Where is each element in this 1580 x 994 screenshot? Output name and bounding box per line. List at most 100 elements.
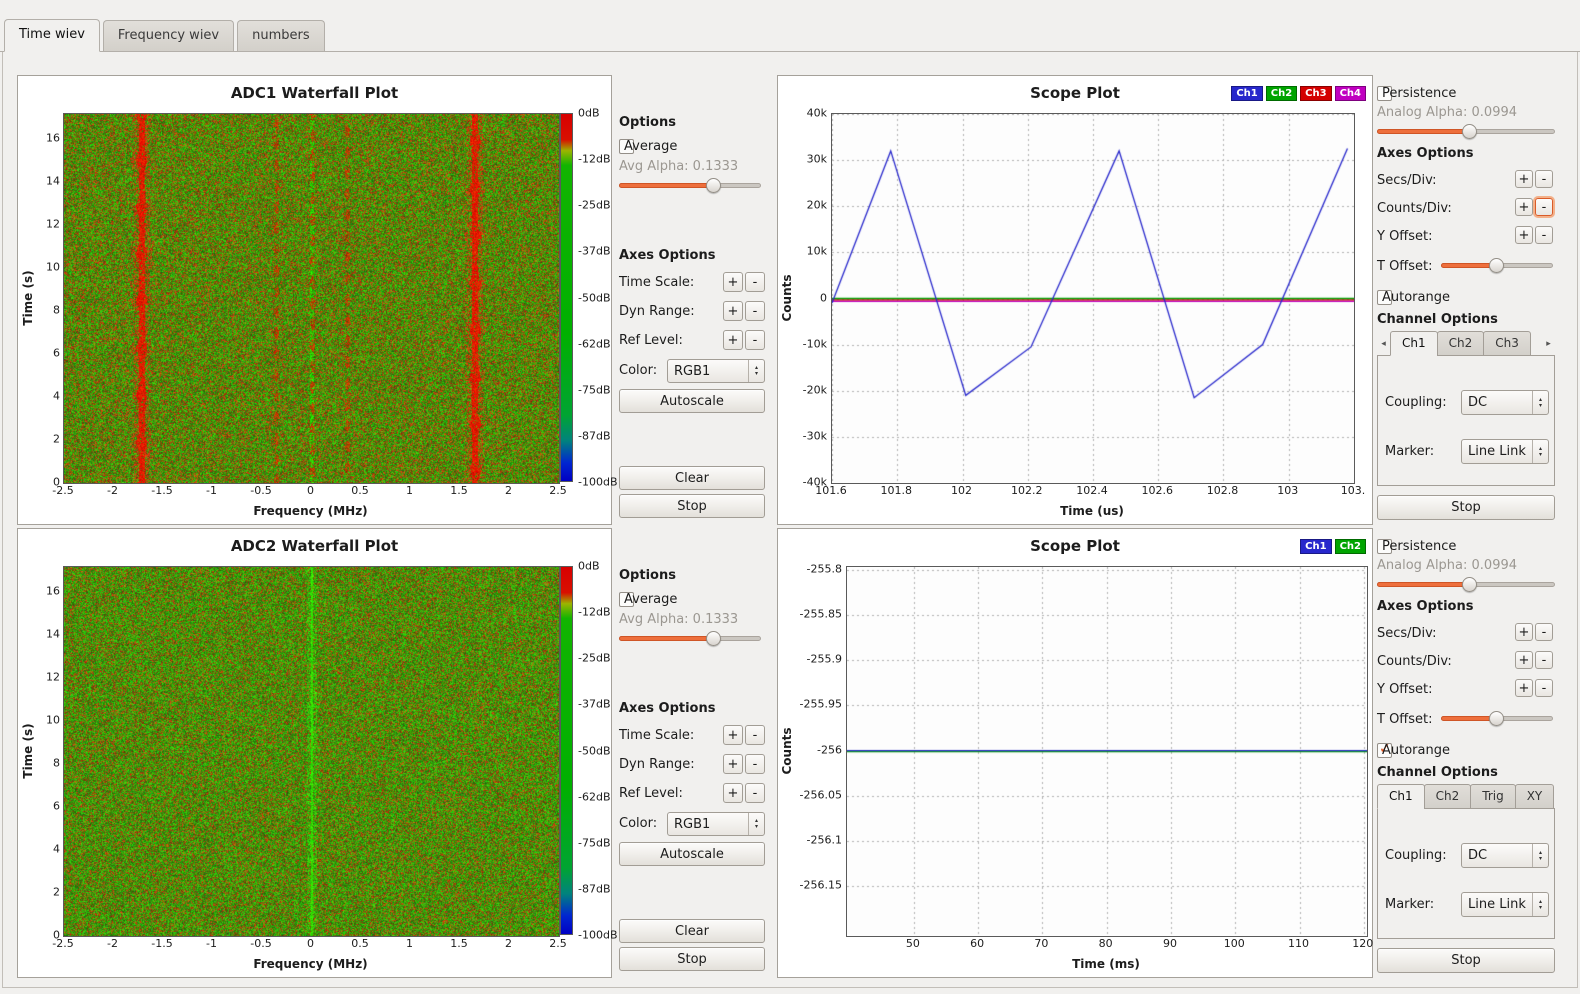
channel-tab-ch2[interactable]: Ch2 [1424, 784, 1472, 809]
avg-alpha-slider[interactable] [619, 631, 761, 646]
dyn-range-plus-button[interactable]: + [723, 754, 743, 774]
secs-div-minus-button[interactable]: - [1535, 623, 1553, 641]
time-scale-minus-button[interactable]: - [745, 272, 765, 292]
channel-tab-trig[interactable]: Trig [1470, 784, 1515, 809]
spinner-arrows-icon[interactable] [1532, 440, 1548, 463]
time-scale-label: Time Scale: [619, 275, 694, 290]
channel-tabs-left-arrow-icon[interactable] [1377, 332, 1390, 356]
analog-alpha-slider[interactable] [1377, 124, 1555, 139]
clear-button[interactable]: Clear [619, 466, 765, 490]
x-tick-label: -2 [107, 937, 118, 950]
slider-knob[interactable] [706, 631, 721, 646]
stop-button[interactable]: Stop [1377, 495, 1555, 520]
coupling-combo[interactable]: DC [1461, 843, 1549, 868]
secs-div-minus-button[interactable]: - [1535, 170, 1553, 188]
y-tick-label: 2 [53, 432, 60, 445]
average-label: Average [624, 592, 677, 607]
slider-knob[interactable] [706, 178, 721, 193]
legend-chip-ch2: Ch2 [1335, 539, 1366, 554]
scope1-x-axis-title: Time (us) [831, 504, 1353, 518]
spinner-arrows-icon[interactable] [1532, 844, 1548, 867]
autoscale-button[interactable]: Autoscale [619, 842, 765, 866]
secs-div-plus-button[interactable]: + [1515, 170, 1533, 188]
spinner-arrows-icon[interactable] [1532, 893, 1548, 916]
channel-tab-ch3[interactable]: Ch3 [1483, 331, 1531, 356]
color-combo[interactable]: RGB1 [667, 359, 765, 383]
channel-tab-ch1[interactable]: Ch1 [1390, 331, 1438, 356]
y-tick-label: 6 [53, 799, 60, 812]
color-combo-value: RGB1 [668, 817, 748, 832]
autoscale-button[interactable]: Autoscale [619, 389, 765, 413]
time-scale-minus-button[interactable]: - [745, 725, 765, 745]
spinner-arrows-icon[interactable] [748, 813, 764, 835]
y-offset-plus-button[interactable]: + [1515, 679, 1533, 697]
slider-knob[interactable] [1462, 577, 1477, 592]
counts-div-plus-button[interactable]: + [1515, 651, 1533, 669]
scope2-plot-canvas[interactable] [846, 566, 1368, 937]
spinner-arrows-icon[interactable] [1532, 391, 1548, 414]
x-tick-label: -2.5 [52, 484, 73, 497]
tab-numbers[interactable]: numbers [237, 20, 325, 51]
t-offset-slider[interactable] [1441, 258, 1553, 273]
channel-tab-ch1[interactable]: Ch1 [1377, 784, 1425, 809]
counts-div-plus-button[interactable]: + [1515, 198, 1533, 216]
color-combo-value: RGB1 [668, 364, 748, 379]
analog-alpha-slider[interactable] [1377, 577, 1555, 592]
tab-time-view[interactable]: Time wiev [4, 19, 100, 52]
ref-level-minus-button[interactable]: - [745, 783, 765, 803]
scope1-y-ticks: -40k-30k-20k-10k010k20k30k40k [786, 113, 827, 482]
adc2-waterfall-plot-canvas[interactable] [63, 566, 560, 937]
t-offset-label: T Offset: [1377, 259, 1433, 274]
counts-div-minus-button[interactable]: - [1535, 651, 1553, 669]
autorange-label: Autorange [1382, 290, 1450, 305]
stop-button[interactable]: Stop [619, 947, 765, 971]
slider-knob[interactable] [1489, 258, 1504, 273]
dyn-range-minus-button[interactable]: - [745, 754, 765, 774]
ref-level-minus-button[interactable]: - [745, 330, 765, 350]
stop-button[interactable]: Stop [619, 494, 765, 518]
y-offset-minus-button[interactable]: - [1535, 226, 1553, 244]
tab-frequency-view[interactable]: Frequency wiev [103, 20, 234, 51]
clear-button[interactable]: Clear [619, 919, 765, 943]
persistence-label: Persistence [1382, 539, 1456, 554]
counts-div-minus-button[interactable]: - [1535, 198, 1553, 216]
coupling-label: Coupling: [1385, 395, 1447, 410]
axes-options-header: Axes Options [1377, 599, 1473, 614]
channel-tab-ch2[interactable]: Ch2 [1437, 331, 1485, 356]
slider-knob[interactable] [1462, 124, 1477, 139]
x-tick-label: 0.5 [351, 937, 369, 950]
y-tick-label: -255.95 [800, 698, 842, 711]
t-offset-slider[interactable] [1441, 711, 1553, 726]
dyn-range-plus-button[interactable]: + [723, 301, 743, 321]
spinner-arrows-icon[interactable] [748, 360, 764, 382]
color-combo[interactable]: RGB1 [667, 812, 765, 836]
y-offset-plus-button[interactable]: + [1515, 226, 1533, 244]
ref-level-plus-button[interactable]: + [723, 783, 743, 803]
stop-button[interactable]: Stop [1377, 948, 1555, 973]
coupling-combo[interactable]: DC [1461, 390, 1549, 415]
x-tick-label: 101.6 [815, 484, 847, 497]
x-tick-label: 90 [1163, 937, 1177, 950]
y-tick-label: -256.05 [800, 788, 842, 801]
y-offset-minus-button[interactable]: - [1535, 679, 1553, 697]
channel-tabs-right-arrow-icon[interactable] [1542, 332, 1555, 356]
slider-knob[interactable] [1489, 711, 1504, 726]
avg-alpha-slider[interactable] [619, 178, 761, 193]
adc1-waterfall-plot-canvas[interactable] [63, 113, 560, 484]
channel-tab-xy[interactable]: XY [1515, 784, 1555, 809]
y-tick-label: -256.1 [807, 834, 842, 847]
marker-combo[interactable]: Line Link [1461, 439, 1549, 464]
scope1-panel: Scope Plot Ch1Ch2Ch3Ch4 Counts -40k-30k-… [777, 75, 1373, 525]
dyn-range-minus-button[interactable]: - [745, 301, 765, 321]
ref-level-plus-button[interactable]: + [723, 330, 743, 350]
time-scale-plus-button[interactable]: + [723, 272, 743, 292]
marker-combo[interactable]: Line Link [1461, 892, 1549, 917]
x-tick-label: 2 [505, 484, 512, 497]
scope1-plot-canvas[interactable] [831, 113, 1355, 484]
adc2-waterfall-panel: ADC2 Waterfall Plot Time (s) 02468101214… [17, 528, 612, 978]
secs-div-plus-button[interactable]: + [1515, 623, 1533, 641]
channel-options-header: Channel Options [1377, 312, 1498, 327]
adc1-colorbar-labels: 0dB-12dB-25dB-37dB-50dB-62dB-75dB-87dB-1… [578, 113, 612, 482]
time-scale-plus-button[interactable]: + [723, 725, 743, 745]
color-label: Color: [619, 816, 657, 831]
